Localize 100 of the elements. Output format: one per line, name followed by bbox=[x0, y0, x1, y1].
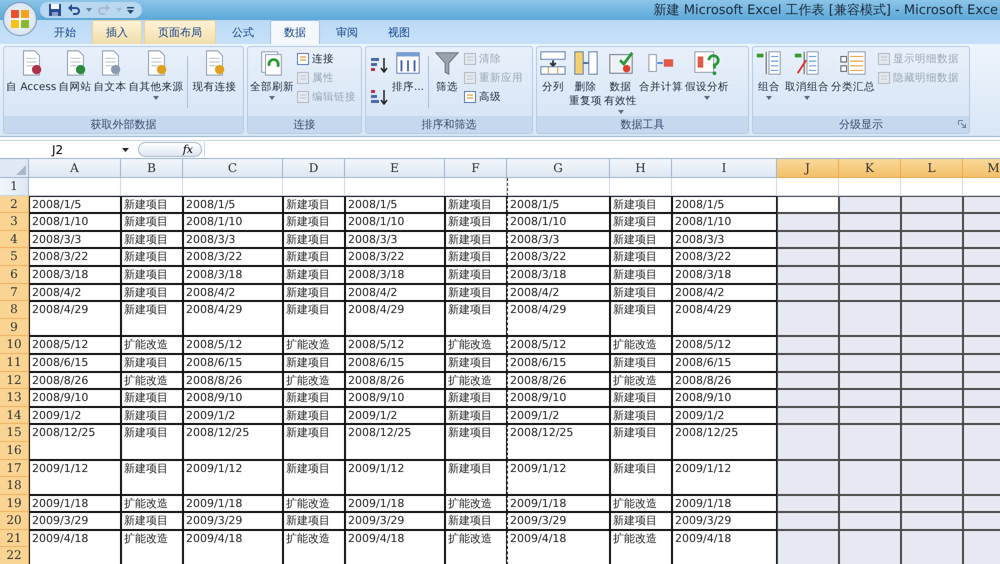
table-cell: 2009/1/18 bbox=[672, 494, 777, 512]
table-cell: 新建项目 bbox=[283, 213, 345, 231]
column-header[interactable]: L bbox=[901, 159, 963, 178]
ribbon-button[interactable]: 数据 有效性 bbox=[603, 48, 638, 115]
table-cell: 2008/5/12 bbox=[345, 336, 445, 354]
table-cell: 2009/1/18 bbox=[507, 494, 610, 512]
ribbon-button[interactable]: 组合 bbox=[754, 48, 784, 101]
row-header[interactable]: 18 bbox=[0, 477, 29, 495]
row-header[interactable]: 7 bbox=[0, 284, 29, 302]
table-cell: 2009/1/2 bbox=[29, 406, 121, 424]
column-header[interactable]: G bbox=[507, 159, 610, 178]
row-header[interactable]: 17 bbox=[0, 460, 29, 478]
column-header[interactable]: H bbox=[610, 159, 672, 178]
ribbon-button[interactable]: 假设分析 bbox=[684, 48, 730, 101]
ribbon-button[interactable]: 自 Access bbox=[5, 48, 58, 95]
table-cell: 2008/1/5 bbox=[183, 196, 283, 214]
row-header[interactable]: 3 bbox=[0, 213, 29, 231]
row-header[interactable]: 6 bbox=[0, 266, 29, 284]
row-header[interactable]: 13 bbox=[0, 389, 29, 407]
ribbon-button[interactable]: 全部刷新 bbox=[249, 48, 295, 101]
insert-function-button[interactable]: fx bbox=[138, 142, 202, 157]
table-cell: 2008/3/3 bbox=[507, 230, 610, 248]
table-cell: 新建项目 bbox=[445, 424, 507, 460]
table-cell: 新建项目 bbox=[610, 354, 672, 372]
column-header[interactable]: C bbox=[183, 159, 283, 178]
row-header[interactable]: 19 bbox=[0, 494, 29, 512]
table-cell: 新建项目 bbox=[445, 354, 507, 372]
table-cell: 2008/8/26 bbox=[183, 372, 283, 390]
column-header[interactable]: E bbox=[345, 159, 445, 178]
column-header[interactable]: J bbox=[777, 159, 839, 178]
column-header[interactable]: K bbox=[839, 159, 901, 178]
table-cell: 2008/1/5 bbox=[29, 196, 121, 214]
ribbon-tab[interactable]: 公式 bbox=[218, 20, 268, 44]
row-header[interactable]: 11 bbox=[0, 354, 29, 372]
table-cell: 2009/1/18 bbox=[345, 494, 445, 512]
column-header[interactable]: I bbox=[672, 159, 777, 178]
table-cell: 新建项目 bbox=[445, 196, 507, 214]
column-header[interactable]: B bbox=[121, 159, 183, 178]
table-cell: 2008/4/29 bbox=[507, 301, 610, 336]
ribbon-button[interactable]: 自网站 bbox=[57, 48, 92, 95]
table-cell: 2008/1/5 bbox=[345, 196, 445, 214]
ribbon-button[interactable]: 分类汇总 bbox=[830, 48, 876, 95]
ribbon-button[interactable]: 连接 bbox=[295, 50, 357, 67]
ribbon-tab[interactable]: 插入 bbox=[92, 20, 142, 44]
table-cell: 2008/8/26 bbox=[345, 372, 445, 390]
ribbon-tab[interactable]: 开始 bbox=[40, 20, 90, 44]
table-cell: 扩能改造 bbox=[121, 372, 183, 390]
row-header[interactable]: 8 bbox=[0, 301, 29, 319]
ribbon-button[interactable]: 排序... bbox=[391, 48, 426, 95]
ribbon-button[interactable]: 取消组合 bbox=[784, 48, 830, 101]
ribbon-button[interactable]: 合并计算 bbox=[638, 48, 684, 95]
ribbon-button[interactable]: 筛选 bbox=[432, 48, 462, 95]
table-cell: 新建项目 bbox=[445, 230, 507, 248]
table-cell: 2008/6/15 bbox=[183, 354, 283, 372]
ribbon-button[interactable]: 删除 重复项 bbox=[568, 48, 603, 109]
table-cell: 新建项目 bbox=[121, 284, 183, 302]
table-cell: 2008/5/12 bbox=[183, 336, 283, 354]
table-cell: 2008/4/2 bbox=[183, 284, 283, 302]
group-title: 数据工具 bbox=[620, 117, 664, 132]
row-header[interactable]: 4 bbox=[0, 230, 29, 248]
table-cell: 2008/9/10 bbox=[345, 389, 445, 407]
ribbon-tab[interactable]: 视图 bbox=[374, 20, 424, 44]
ribbon-button[interactable]: 现有连接 bbox=[191, 48, 238, 95]
table-cell: 新建项目 bbox=[445, 266, 507, 284]
row-header[interactable]: 5 bbox=[0, 248, 29, 266]
table-cell: 新建项目 bbox=[121, 301, 183, 336]
table-cell: 2009/1/2 bbox=[507, 406, 610, 424]
row-header[interactable]: 12 bbox=[0, 372, 29, 390]
table-cell: 新建项目 bbox=[610, 389, 672, 407]
row-header[interactable]: 22 bbox=[0, 547, 29, 564]
ribbon-button[interactable]: 高级 bbox=[462, 88, 524, 105]
table-cell: 2008/12/25 bbox=[183, 424, 283, 460]
row-header[interactable]: 21 bbox=[0, 530, 29, 548]
column-header[interactable]: M bbox=[963, 159, 1000, 178]
row-header[interactable]: 9 bbox=[0, 318, 29, 336]
ribbon-tab[interactable]: 页面布局 bbox=[144, 20, 216, 44]
column-header[interactable]: F bbox=[445, 159, 507, 178]
ribbon-button[interactable]: 自文本 bbox=[92, 48, 128, 95]
table-cell: 2009/1/2 bbox=[183, 406, 283, 424]
row-header[interactable]: 14 bbox=[0, 406, 29, 424]
ribbon-tab[interactable]: 数据 bbox=[270, 20, 320, 44]
ribbon-button[interactable]: 自其他来源 bbox=[127, 48, 184, 101]
table-cell: 2009/4/18 bbox=[183, 530, 283, 564]
table-cell: 2008/4/29 bbox=[672, 301, 777, 336]
table-cell: 扩能改造 bbox=[445, 336, 507, 354]
table-cell: 2009/1/12 bbox=[672, 460, 777, 495]
ribbon-button[interactable]: 分列 bbox=[538, 48, 568, 95]
table-cell: 2009/1/12 bbox=[507, 460, 610, 495]
table-cell: 新建项目 bbox=[283, 301, 345, 336]
row-header[interactable]: 20 bbox=[0, 512, 29, 530]
row-header[interactable]: 15 bbox=[0, 424, 29, 442]
group-title: 获取外部数据 bbox=[90, 117, 156, 132]
row-header[interactable]: 10 bbox=[0, 336, 29, 354]
row-header[interactable]: 2 bbox=[0, 196, 29, 214]
row-header[interactable]: 1 bbox=[0, 178, 29, 196]
column-header[interactable]: D bbox=[283, 159, 345, 178]
table-cell: 2008/6/15 bbox=[345, 354, 445, 372]
column-header[interactable]: A bbox=[29, 159, 121, 178]
row-header[interactable]: 16 bbox=[0, 442, 29, 460]
ribbon-tab[interactable]: 审阅 bbox=[322, 20, 372, 44]
